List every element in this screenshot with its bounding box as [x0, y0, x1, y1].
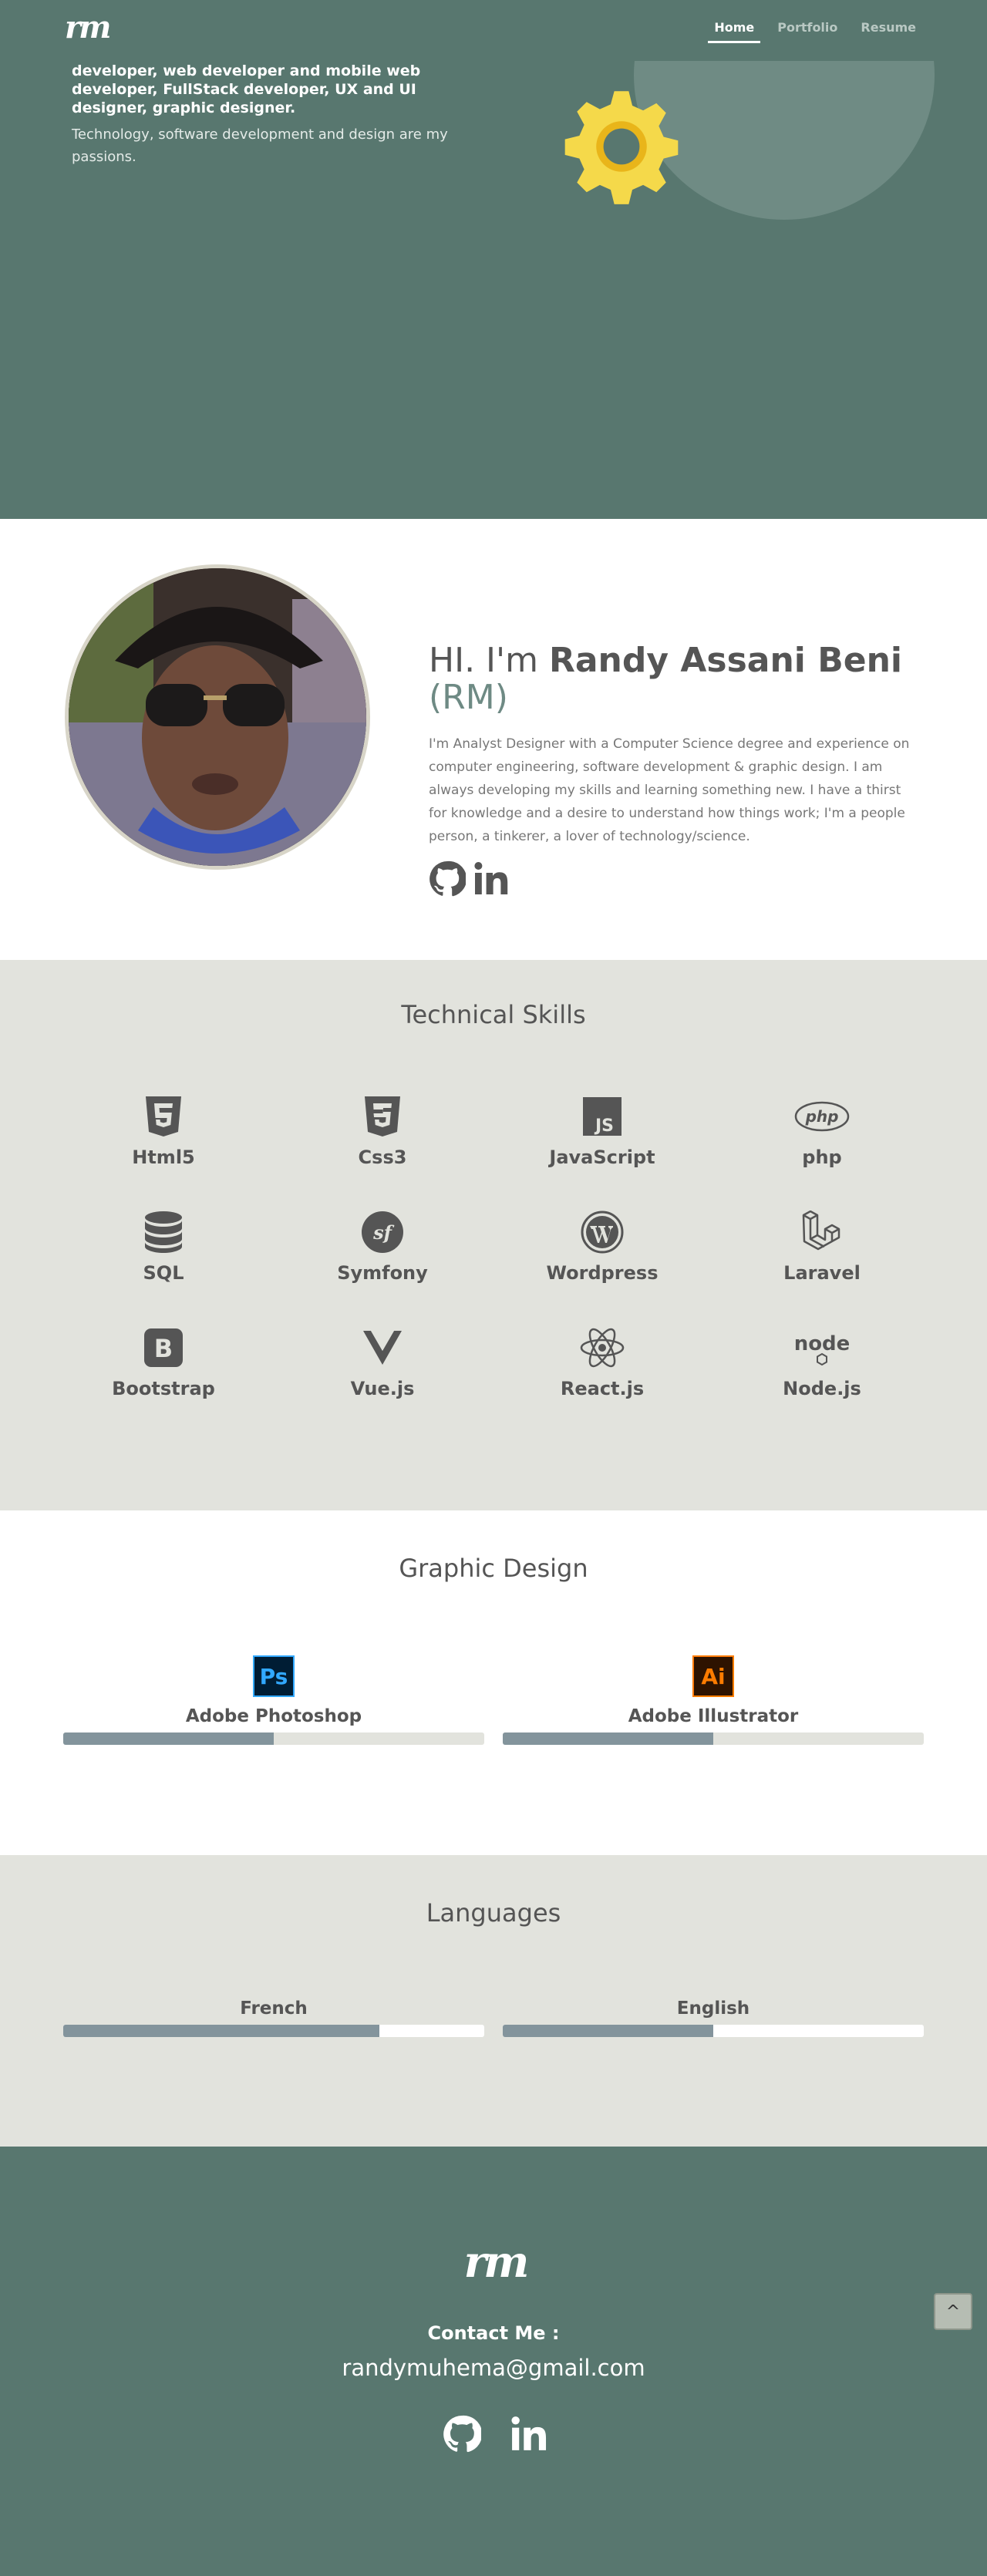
skill-reactjs: React.js: [510, 1326, 695, 1399]
skill-vuejs: Vue.js: [290, 1326, 475, 1399]
site-logo[interactable]: rm: [65, 11, 116, 45]
skill-bar: [63, 1732, 484, 1745]
skill-label: Css3: [358, 1147, 407, 1168]
skill-label: SQL: [143, 1262, 184, 1284]
profile-photo: [65, 564, 370, 870]
skill-laravel: Laravel: [729, 1211, 915, 1284]
svg-text:node: node: [794, 1332, 851, 1355]
symfony-icon: sf: [362, 1211, 403, 1253]
greeting-heading: HI. I'm Randy Assani Beni (RM): [429, 642, 922, 716]
skill-bar-fill: [63, 1732, 274, 1745]
language-bar-fill: [503, 2025, 713, 2037]
vuejs-icon: [363, 1331, 402, 1365]
skill-label: Html5: [132, 1147, 195, 1168]
skill-css3: Css3: [290, 1095, 475, 1168]
main-nav: Home Portfolio Resume: [708, 19, 922, 43]
skill-label: Symfony: [337, 1262, 428, 1284]
javascript-icon: JS: [583, 1097, 622, 1136]
language-bar-fill: [63, 2025, 379, 2037]
laravel-icon: [802, 1211, 840, 1251]
hero-subtitle: Technology, software development and des…: [72, 126, 448, 165]
svg-text:JS: JS: [594, 1116, 614, 1136]
skill-javascript: JS JavaScript: [510, 1095, 695, 1168]
svg-text:php: php: [805, 1107, 839, 1126]
skill-label: Wordpress: [546, 1262, 659, 1284]
gear-icon: [564, 91, 679, 204]
skill-label: JavaScript: [549, 1147, 655, 1168]
contact-email[interactable]: randymuhema@gmail.com: [0, 2355, 987, 2381]
skills-title: Technical Skills: [401, 1000, 586, 1029]
tool-photoshop: Ps Adobe Photoshop: [63, 1655, 484, 1745]
html5-icon: [146, 1096, 181, 1136]
linkedin-icon[interactable]: [473, 860, 510, 897]
php-icon: php: [794, 1101, 850, 1132]
greeting-prefix: HI. I'm: [429, 641, 549, 680]
graphic-design-section: Graphic Design Ps Adobe Photoshop Ai Ado…: [0, 1510, 987, 1855]
hero-section: rm Home Portfolio Resume developer, web …: [0, 0, 987, 519]
tool-label: Adobe Photoshop: [185, 1706, 362, 1726]
skill-wordpress: Wordpress: [510, 1211, 695, 1284]
skill-label: Laravel: [783, 1262, 861, 1284]
language-label: French: [240, 1999, 308, 2019]
language-bar: [503, 2025, 924, 2037]
linkedin-icon[interactable]: [510, 2415, 549, 2453]
skill-label: Vue.js: [350, 1378, 415, 1399]
language-bar: [63, 2025, 484, 2037]
wordpress-icon: [581, 1211, 624, 1254]
database-icon: [145, 1211, 182, 1253]
language-english: English: [503, 1999, 924, 2037]
chevron-up-icon: ^: [945, 2302, 961, 2322]
contact-label: Contact Me :: [427, 2322, 560, 2344]
skill-label: php: [802, 1147, 842, 1168]
bio-text: I'm Analyst Designer with a Computer Sci…: [429, 736, 910, 844]
skill-html5: Html5: [71, 1095, 256, 1168]
skill-bar-fill: [503, 1732, 713, 1745]
languages-title: Languages: [426, 1898, 561, 1928]
react-icon: [580, 1328, 625, 1368]
css3-icon: [365, 1096, 400, 1136]
about-section: HI. I'm Randy Assani Beni (RM) I'm Analy…: [0, 519, 987, 960]
nav-home[interactable]: Home: [708, 19, 761, 43]
about-social-links: [429, 860, 510, 897]
languages-section: Languages French English: [0, 1855, 987, 2147]
footer-social-links: [443, 2415, 549, 2453]
svg-text:sf: sf: [372, 1221, 395, 1244]
tool-label: Adobe Illustrator: [628, 1706, 799, 1726]
photoshop-icon: Ps: [253, 1655, 295, 1697]
nav-portfolio[interactable]: Portfolio: [771, 19, 844, 43]
back-to-top-button[interactable]: ^: [934, 2293, 972, 2330]
person-name: Randy Assani Beni: [548, 641, 902, 680]
github-icon[interactable]: [429, 860, 466, 897]
github-icon[interactable]: [443, 2415, 481, 2453]
nodejs-icon: node: [794, 1332, 851, 1365]
design-title: Graphic Design: [399, 1554, 588, 1583]
bootstrap-icon: B: [144, 1328, 183, 1367]
footer-logo[interactable]: rm: [460, 2239, 531, 2288]
skill-bar: [503, 1732, 924, 1745]
skill-label: React.js: [560, 1378, 645, 1399]
nav-resume[interactable]: Resume: [854, 19, 922, 43]
hero-title: developer, web developer and mobile web …: [72, 62, 421, 116]
person-initials: (RM): [429, 678, 508, 717]
skill-symfony: sf Symfony: [290, 1211, 475, 1284]
illustrator-icon: Ai: [692, 1655, 734, 1697]
language-french: French: [63, 1999, 484, 2037]
svg-text:B: B: [154, 1334, 173, 1363]
skill-sql: SQL: [71, 1211, 256, 1284]
tool-illustrator: Ai Adobe Illustrator: [503, 1655, 924, 1745]
footer: rm Contact Me : randymuhema@gmail.com: [0, 2147, 987, 2576]
hero-text: developer, web developer and mobile web …: [72, 62, 488, 168]
skill-label: Bootstrap: [112, 1378, 215, 1399]
skill-label: Node.js: [783, 1378, 861, 1399]
skill-php: php php: [729, 1095, 915, 1168]
skill-nodejs: node Node.js: [729, 1326, 915, 1399]
language-label: English: [676, 1999, 750, 2019]
skill-bootstrap: B Bootstrap: [71, 1326, 256, 1399]
technical-skills-section: Technical Skills Html5 Css3 JS JavaScrip…: [0, 960, 987, 1510]
